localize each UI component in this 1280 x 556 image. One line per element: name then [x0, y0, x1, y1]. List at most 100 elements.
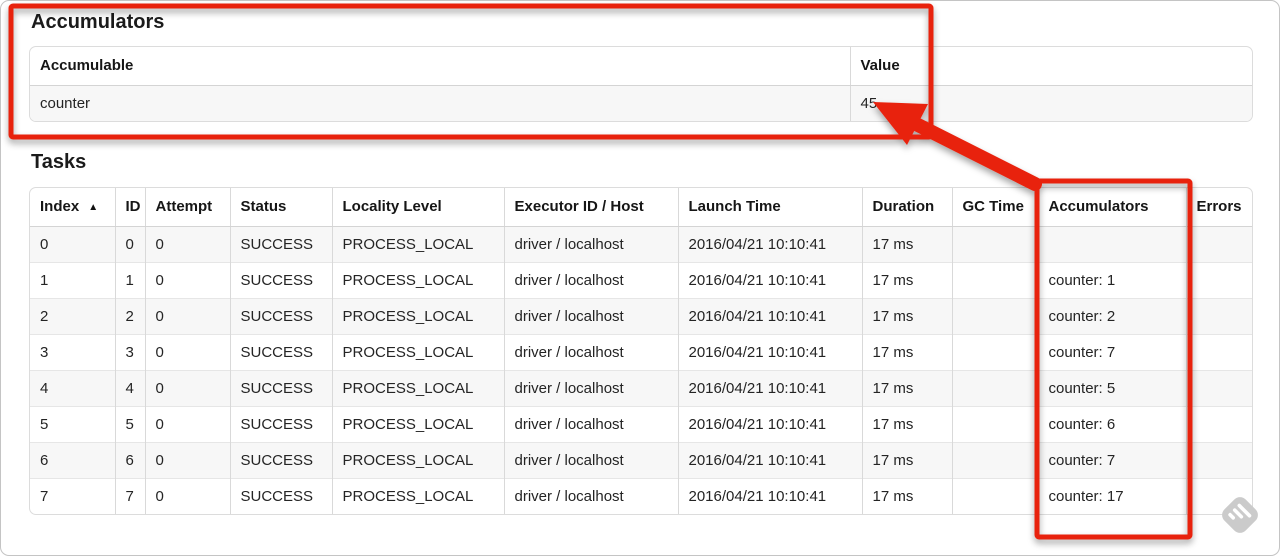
col-header-accumulators[interactable]: Accumulators	[1037, 188, 1186, 227]
table-cell	[951, 226, 1038, 263]
feedly-watermark-icon	[1222, 497, 1258, 533]
table-row: 4 4 0 SUCCESS PROCESS_LOCAL driver / localhos…	[30, 370, 1252, 407]
table-cell	[951, 298, 1038, 335]
table-cell: 7	[114, 478, 145, 514]
col-header-accumulable[interactable]: Accumulable	[30, 47, 850, 86]
table-cell	[1037, 226, 1186, 263]
col-header-status[interactable]: Status	[229, 188, 332, 227]
table-cell	[1185, 334, 1252, 371]
table-cell: counter: 1	[1037, 262, 1186, 299]
table-cell: driver / localhost	[503, 298, 678, 335]
table-cell: 0	[144, 442, 230, 479]
table-cell	[951, 334, 1038, 371]
table-row: 0 0 0 SUCCESS PROCESS_LOCAL driver / localhos…	[30, 226, 1252, 263]
col-header-launch-time[interactable]: Launch Time	[677, 188, 862, 227]
col-header-attempt[interactable]: Attempt	[144, 188, 230, 227]
table-cell: PROCESS_LOCAL	[331, 226, 504, 263]
table-cell	[951, 442, 1038, 479]
table-cell: PROCESS_LOCAL	[331, 370, 504, 407]
table-cell	[1185, 406, 1252, 443]
table-cell: 4	[30, 370, 115, 407]
table-cell: driver / localhost	[503, 334, 678, 371]
table-cell: 6	[114, 442, 145, 479]
table-cell: SUCCESS	[229, 298, 332, 335]
table-cell	[1185, 442, 1252, 479]
table-cell: 5	[114, 406, 145, 443]
tasks-section-title: Tasks	[31, 151, 87, 173]
table-cell: driver / localhost	[503, 478, 678, 514]
col-header-value[interactable]: Value	[849, 47, 1252, 86]
table-cell: SUCCESS	[229, 406, 332, 443]
table-row: 1 1 0 SUCCESS PROCESS_LOCAL driver / localhos…	[30, 262, 1252, 299]
table-cell	[1185, 298, 1252, 335]
table-cell: 45	[849, 85, 1252, 121]
col-header-executor-id-host[interactable]: Executor ID / Host	[503, 188, 678, 227]
table-cell: 0	[144, 406, 230, 443]
table-cell: SUCCESS	[229, 226, 332, 263]
table-cell: PROCESS_LOCAL	[331, 406, 504, 443]
table-cell: PROCESS_LOCAL	[331, 442, 504, 479]
table-cell: 17 ms	[861, 478, 952, 514]
table-cell: 2016/04/21 10:10:41	[677, 370, 862, 407]
col-header-gc-time[interactable]: GC Time	[951, 188, 1038, 227]
table-cell: counter	[40, 95, 91, 112]
table-cell	[951, 262, 1038, 299]
table-cell: SUCCESS	[229, 262, 332, 299]
table-cell: 2016/04/21 10:10:41	[677, 262, 862, 299]
table-cell: 17 ms	[861, 442, 952, 479]
col-header-id[interactable]: ID	[114, 188, 145, 227]
table-cell: SUCCESS	[229, 334, 332, 371]
table-cell: 2016/04/21 10:10:41	[677, 334, 862, 371]
table-cell: 0	[40, 236, 49, 253]
table-cell	[1185, 226, 1252, 263]
table-cell: 0	[144, 370, 230, 407]
table-header-row: Accumulable Value	[30, 47, 1252, 86]
table-row: 5 5 0 SUCCESS PROCESS_LOCAL driver / localhos…	[30, 406, 1252, 443]
accumulators-table: Accumulable Value counter 45	[29, 46, 1253, 122]
table-cell	[1185, 370, 1252, 407]
table-cell: PROCESS_LOCAL	[331, 298, 504, 335]
table-cell: counter: 2	[1037, 298, 1186, 335]
table-cell: 3	[30, 334, 115, 371]
accumulators-section-title: Accumulators	[31, 11, 165, 33]
table-cell: driver / localhost	[503, 442, 678, 479]
table-cell: PROCESS_LOCAL	[331, 478, 504, 514]
table-cell: 0	[144, 226, 230, 263]
table-cell: 17 ms	[861, 334, 952, 371]
table-cell: counter: 5	[1037, 370, 1186, 407]
tasks-table: Index ▲ ID Attempt Status Locality Level …	[29, 187, 1253, 515]
table-row: 2 2 0 SUCCESS PROCESS_LOCAL driver / localhos…	[30, 298, 1252, 335]
table-cell: 17 ms	[861, 226, 952, 263]
col-header-index[interactable]: Index ▲	[30, 188, 115, 227]
table-cell: 5	[30, 406, 115, 443]
table-cell: 3	[114, 334, 145, 371]
table-cell: 17 ms	[861, 298, 952, 335]
table-cell: 2016/04/21 10:10:41	[677, 442, 862, 479]
table-cell: counter: 6	[1037, 406, 1186, 443]
table-cell: 1	[30, 262, 115, 299]
table-cell: 2016/04/21 10:10:41	[677, 478, 862, 514]
table-cell: 6	[30, 442, 115, 479]
table-cell: SUCCESS	[229, 370, 332, 407]
table-cell: driver / localhost	[503, 262, 678, 299]
table-cell: driver / localhost	[503, 226, 678, 263]
table-cell: SUCCESS	[229, 478, 332, 514]
table-cell: 2016/04/21 10:10:41	[677, 298, 862, 335]
table-row: 7 7 0 SUCCESS PROCESS_LOCAL driver / localhos…	[30, 478, 1252, 514]
table-cell: driver / localhost	[503, 406, 678, 443]
table-cell: 17 ms	[861, 370, 952, 407]
table-cell: PROCESS_LOCAL	[331, 334, 504, 371]
table-cell: 17 ms	[861, 262, 952, 299]
col-header-index-label: Index	[40, 198, 80, 215]
table-row: 6 6 0 SUCCESS PROCESS_LOCAL driver / localhos…	[30, 442, 1252, 479]
col-header-locality-level[interactable]: Locality Level	[331, 188, 504, 227]
table-cell: PROCESS_LOCAL	[331, 262, 504, 299]
table-cell: 2	[114, 298, 145, 335]
table-cell: 0	[114, 226, 145, 263]
table-cell: SUCCESS	[229, 442, 332, 479]
sort-ascending-icon: ▲	[88, 202, 99, 213]
table-cell: 0	[144, 262, 230, 299]
annotation-arrow-shaft	[911, 118, 1042, 191]
col-header-duration[interactable]: Duration	[861, 188, 952, 227]
col-header-errors[interactable]: Errors	[1185, 188, 1252, 227]
